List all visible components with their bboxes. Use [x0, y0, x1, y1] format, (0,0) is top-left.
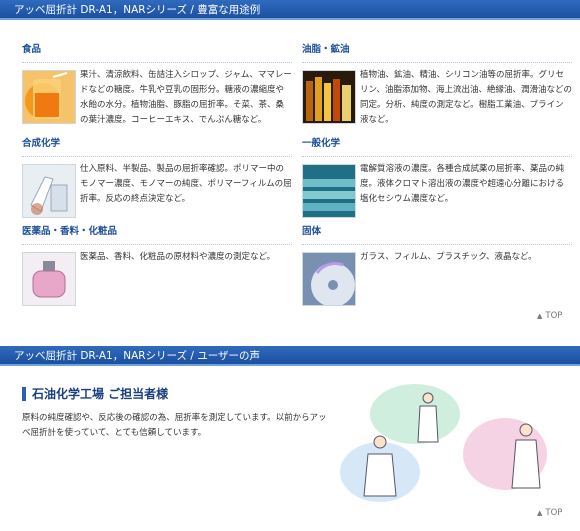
- category-cosmetics: 医薬品・香料・化粧品 医薬品、香料、化粧品の原材料や濃度の測定など。: [22, 226, 292, 306]
- top-label: TOP: [545, 311, 563, 321]
- category-title: 医薬品・香料・化粧品: [22, 226, 292, 245]
- category-title: 一般化学: [302, 138, 572, 157]
- test-tubes-image: [302, 164, 356, 218]
- category-desc: 電解質溶液の濃度。各種合成試薬の屈折率、薬品の純度。液体クロマト溶出液の濃度や超…: [360, 164, 565, 204]
- triangle-up-icon: ▲: [537, 509, 543, 517]
- category-desc: 果汁、清涼飲料、缶詰注入シロップ、ジャム、ママレードなどの糖度。牛乳や豆乳の固形…: [80, 70, 292, 125]
- category-title: 固体: [302, 226, 572, 245]
- category-title: 合成化学: [22, 138, 292, 157]
- oil-bottles-image: [302, 70, 356, 124]
- category-desc: ガラス、フィルム、プラスチック、液晶など。: [360, 252, 537, 262]
- user-voice: 石油化学工場 ご担当者様 原料の純度確認や、反応後の確認の為、屈折率を測定してい…: [22, 387, 327, 441]
- section-header-user-voice: アッベ屈折計 DR-A1，NARシリーズ / ユーザーの声: [0, 346, 580, 366]
- disc-image: [302, 252, 356, 306]
- category-synthetic-chemistry: 合成化学 仕入原料、半製品、製品の屈折率確認。ポリマー中のモノマー濃度、モノマー…: [22, 138, 292, 218]
- juice-image: [22, 70, 76, 124]
- back-to-top-link[interactable]: ▲ TOP: [537, 311, 562, 321]
- voice-text: 原料の純度確認や、反応後の確認の為、屈折率を測定しています。以前からアッベ屈折計…: [22, 413, 327, 438]
- category-food: 食品 果汁、清涼飲料、缶詰注入シロップ、ジャム、ママレードなどの糖度。牛乳や豆乳…: [22, 44, 292, 125]
- category-desc: 植物油、鉱油、精油、シリコン油等の屈折率。グリセリン、油脂添加物、海上流出油、絶…: [360, 70, 572, 125]
- section-header-applications: アッベ屈折計 DR-A1，NARシリーズ / 豊富な用途例: [0, 0, 580, 20]
- category-desc: 医薬品、香料、化粧品の原材料や濃度の測定など。: [80, 252, 276, 262]
- top-label: TOP: [545, 508, 563, 518]
- category-title: 食品: [22, 44, 292, 63]
- triangle-up-icon: ▲: [537, 312, 543, 320]
- category-solid: 固体 ガラス、フィルム、プラスチック、液晶など。: [302, 226, 572, 306]
- category-oil: 油脂・鉱油 植物油、鉱油、精油、シリコン油等の屈折率。グリセリン、油脂添加物、海…: [302, 44, 572, 125]
- perfume-bottle-image: [22, 252, 76, 306]
- category-title: 油脂・鉱油: [302, 44, 572, 63]
- lab-workers-illustration: [340, 384, 550, 504]
- lab-glassware-image: [22, 164, 76, 218]
- voice-heading: 石油化学工場 ご担当者様: [22, 387, 322, 401]
- back-to-top-link-2[interactable]: ▲ TOP: [537, 508, 562, 518]
- category-general-chemistry: 一般化学 電解質溶液の濃度。各種合成試薬の屈折率、薬品の純度。液体クロマト溶出液…: [302, 138, 572, 218]
- category-desc: 仕入原料、半製品、製品の屈折率確認。ポリマー中のモノマー濃度、モノマーの純度、ポ…: [80, 164, 292, 204]
